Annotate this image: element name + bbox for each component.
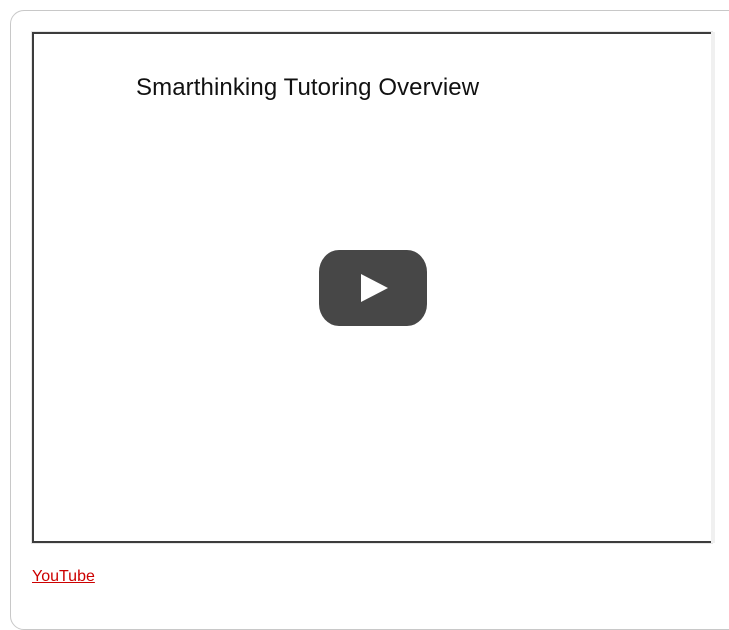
video-title[interactable]: Smarthinking Tutoring Overview bbox=[136, 74, 479, 102]
youtube-link[interactable]: YouTube bbox=[32, 568, 95, 586]
play-icon bbox=[361, 274, 388, 302]
video-player[interactable]: Smarthinking Tutoring Overview bbox=[31, 31, 715, 544]
play-button[interactable] bbox=[319, 250, 427, 326]
